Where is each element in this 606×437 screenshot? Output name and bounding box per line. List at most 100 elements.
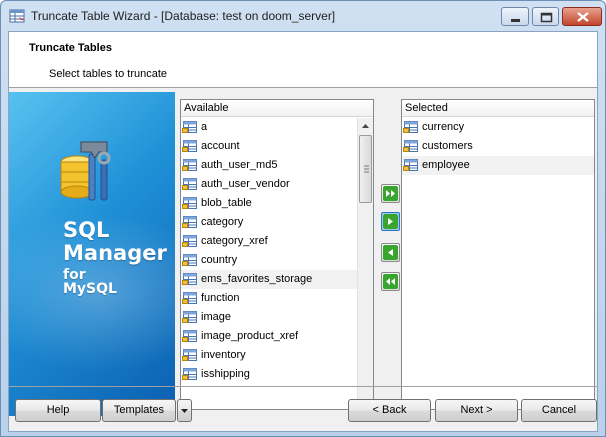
next-button-label: Next > bbox=[460, 404, 493, 416]
double-right-arrow-icon bbox=[383, 186, 398, 201]
selected-tables-list[interactable]: Selected currency customers employee bbox=[401, 99, 595, 410]
maximize-icon bbox=[540, 12, 553, 23]
page-subtitle: Select tables to truncate bbox=[49, 68, 168, 80]
list-item-label: country bbox=[201, 254, 238, 266]
available-scrollbar[interactable] bbox=[357, 118, 373, 409]
available-tables-list[interactable]: Available a account auth_user_md5 auth_user… bbox=[180, 99, 374, 410]
table-wizard-icon bbox=[9, 9, 25, 23]
add-button[interactable] bbox=[381, 212, 400, 231]
list-item-label: isshipping bbox=[201, 368, 250, 380]
table-icon bbox=[182, 349, 197, 361]
chevron-down-icon bbox=[181, 409, 188, 413]
window-title: Truncate Table Wizard - [Database: test … bbox=[31, 9, 336, 23]
list-item[interactable]: currency bbox=[402, 118, 594, 137]
list-item[interactable]: image bbox=[181, 308, 357, 327]
back-button-label: < Back bbox=[372, 404, 407, 416]
list-item[interactable]: customers bbox=[402, 137, 594, 156]
minimize-button[interactable] bbox=[501, 7, 529, 26]
list-item-label: image bbox=[201, 311, 231, 323]
table-icon bbox=[182, 311, 197, 323]
right-arrow-icon bbox=[383, 214, 398, 229]
templates-button-label: Templates bbox=[113, 404, 165, 416]
list-item-label: auth_user_vendor bbox=[201, 178, 290, 190]
list-item-label: inventory bbox=[201, 349, 246, 361]
close-icon bbox=[577, 12, 589, 22]
table-icon bbox=[182, 330, 197, 342]
help-button[interactable]: Help bbox=[15, 399, 101, 422]
table-icon bbox=[182, 121, 197, 133]
left-arrow-icon bbox=[383, 245, 398, 260]
list-item[interactable]: category_xref bbox=[181, 232, 357, 251]
table-icon bbox=[182, 368, 197, 380]
add-all-button[interactable] bbox=[381, 184, 400, 203]
list-item-label: account bbox=[201, 140, 240, 152]
list-item-label: category bbox=[201, 216, 244, 228]
table-icon bbox=[182, 292, 197, 304]
table-icon bbox=[182, 159, 197, 171]
close-button[interactable] bbox=[562, 7, 602, 26]
product-banner: SQL Manager for MySQL bbox=[9, 92, 175, 416]
banner-sql-text: SQL bbox=[63, 218, 110, 242]
page-title: Truncate Tables bbox=[29, 42, 112, 54]
list-item-label: ems_favorites_storage bbox=[201, 273, 313, 285]
table-icon bbox=[182, 216, 197, 228]
list-item[interactable]: inventory bbox=[181, 346, 357, 365]
list-item-label: category_xref bbox=[201, 235, 268, 247]
list-item-label: a bbox=[201, 121, 208, 133]
list-item-label: customers bbox=[422, 140, 473, 152]
footer-divider bbox=[9, 386, 597, 387]
list-item[interactable]: ems_favorites_storage bbox=[181, 270, 357, 289]
selected-list-header: Selected bbox=[402, 100, 594, 117]
table-icon bbox=[182, 254, 197, 266]
banner-mysql-text: MySQL bbox=[63, 281, 117, 297]
back-button[interactable]: < Back bbox=[348, 399, 431, 422]
available-list-header: Available bbox=[181, 100, 373, 117]
double-left-arrow-icon bbox=[383, 274, 398, 289]
list-item[interactable]: blob_table bbox=[181, 194, 357, 213]
table-icon bbox=[403, 121, 418, 133]
wizard-client-area: Truncate Tables Select tables to truncat… bbox=[8, 31, 598, 432]
table-icon bbox=[182, 178, 197, 190]
list-item[interactable]: image_product_xref bbox=[181, 327, 357, 346]
cancel-button[interactable]: Cancel bbox=[521, 399, 597, 422]
scroll-up-arrow-icon[interactable] bbox=[358, 118, 373, 134]
list-item[interactable]: employee bbox=[402, 156, 594, 175]
maximize-button[interactable] bbox=[532, 7, 559, 26]
list-item-label: currency bbox=[422, 121, 465, 133]
list-item[interactable]: auth_user_vendor bbox=[181, 175, 357, 194]
list-item[interactable]: a bbox=[181, 118, 357, 137]
list-item-label: employee bbox=[422, 159, 470, 171]
database-tools-icon bbox=[60, 141, 111, 201]
table-icon bbox=[182, 140, 197, 152]
grip-icon bbox=[364, 165, 369, 173]
selected-list-body: currency customers employee bbox=[402, 118, 594, 409]
list-item-label: function bbox=[201, 292, 240, 304]
title-bar: Truncate Table Wizard - [Database: test … bbox=[1, 1, 605, 31]
table-icon bbox=[403, 140, 418, 152]
list-item-label: blob_table bbox=[201, 197, 252, 209]
list-item[interactable]: country bbox=[181, 251, 357, 270]
list-item[interactable]: category bbox=[181, 213, 357, 232]
wizard-header: Truncate Tables Select tables to truncat… bbox=[9, 32, 597, 88]
list-item[interactable]: isshipping bbox=[181, 365, 357, 384]
table-icon bbox=[403, 159, 418, 171]
table-icon bbox=[182, 273, 197, 285]
next-button[interactable]: Next > bbox=[435, 399, 518, 422]
wizard-window: Truncate Table Wizard - [Database: test … bbox=[0, 0, 606, 437]
table-icon bbox=[182, 235, 197, 247]
remove-button[interactable] bbox=[381, 243, 400, 262]
list-item[interactable]: account bbox=[181, 137, 357, 156]
banner-manager-text: Manager bbox=[63, 241, 167, 265]
templates-dropdown-button[interactable] bbox=[177, 399, 192, 422]
list-item[interactable]: function bbox=[181, 289, 357, 308]
list-item-label: image_product_xref bbox=[201, 330, 299, 342]
help-button-label: Help bbox=[46, 404, 70, 416]
list-item[interactable]: auth_user_md5 bbox=[181, 156, 357, 175]
list-item-label: auth_user_md5 bbox=[201, 159, 278, 171]
templates-button[interactable]: Templates bbox=[102, 399, 176, 422]
minimize-icon bbox=[511, 19, 520, 22]
remove-all-button[interactable] bbox=[381, 272, 400, 291]
available-list-body: a account auth_user_md5 auth_user_vendorblo… bbox=[181, 118, 357, 409]
table-icon bbox=[182, 197, 197, 209]
scroll-thumb[interactable] bbox=[359, 135, 372, 203]
